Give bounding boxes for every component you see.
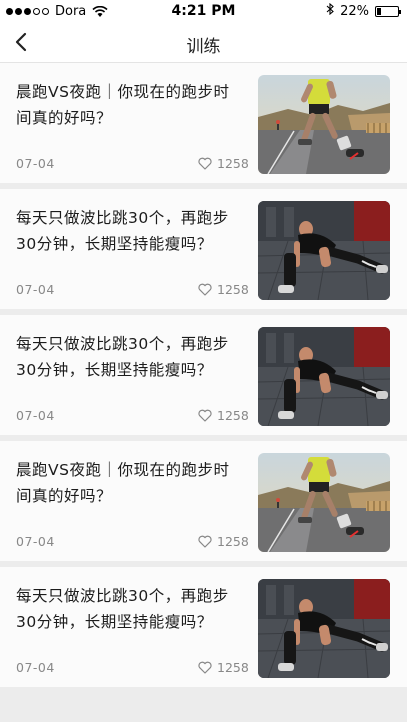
stretching-athlete-photo[interactable] xyxy=(258,579,390,678)
road-runner-photo[interactable] xyxy=(258,75,390,174)
stretching-athlete-photo[interactable] xyxy=(258,201,390,300)
like-button[interactable]: 1258 xyxy=(198,282,249,297)
article-card[interactable]: 晨跑VS夜跑｜你现在的跑步时间真的好吗？ 07-04 1258 xyxy=(0,441,407,561)
article-date: 07-04 xyxy=(16,534,55,549)
road-runner-photo[interactable] xyxy=(258,453,390,552)
like-count: 1258 xyxy=(217,156,249,171)
like-count: 1258 xyxy=(217,282,249,297)
like-count: 1258 xyxy=(217,660,249,675)
article-date: 07-04 xyxy=(16,282,55,297)
article-title[interactable]: 每天只做波比跳30个，再跑步30分钟，长期坚持能瘦吗？ xyxy=(16,205,244,257)
nav-bar: 训练 xyxy=(0,22,407,63)
article-card[interactable]: 晨跑VS夜跑｜你现在的跑步时间真的好吗？ 07-04 1258 xyxy=(0,63,407,183)
bluetooth-icon xyxy=(326,2,334,19)
heart-icon xyxy=(198,535,212,548)
article-title[interactable]: 晨跑VS夜跑｜你现在的跑步时间真的好吗？ xyxy=(16,457,244,509)
status-bar: Dora 4:21 PM 22% xyxy=(0,0,407,22)
heart-icon xyxy=(198,409,212,422)
like-count: 1258 xyxy=(217,408,249,423)
article-list: 晨跑VS夜跑｜你现在的跑步时间真的好吗？ 07-04 1258 每天只做波比跳30个… xyxy=(0,63,407,687)
stretching-athlete-photo[interactable] xyxy=(258,327,390,426)
like-button[interactable]: 1258 xyxy=(198,660,249,675)
article-date: 07-04 xyxy=(16,660,55,675)
battery-percent: 22% xyxy=(340,3,369,19)
heart-icon xyxy=(198,157,212,170)
article-title[interactable]: 每天只做波比跳30个，再跑步30分钟，长期坚持能瘦吗？ xyxy=(16,583,244,635)
status-right: 22% xyxy=(326,2,401,19)
article-title[interactable]: 晨跑VS夜跑｜你现在的跑步时间真的好吗？ xyxy=(16,79,244,131)
article-card[interactable]: 每天只做波比跳30个，再跑步30分钟，长期坚持能瘦吗？ 07-04 1258 xyxy=(0,189,407,309)
like-button[interactable]: 1258 xyxy=(198,408,249,423)
like-count: 1258 xyxy=(217,534,249,549)
article-title[interactable]: 每天只做波比跳30个，再跑步30分钟，长期坚持能瘦吗？ xyxy=(16,331,244,383)
page-title: 训练 xyxy=(186,37,221,57)
heart-icon xyxy=(198,283,212,296)
article-date: 07-04 xyxy=(16,156,55,171)
heart-icon xyxy=(198,661,212,674)
like-button[interactable]: 1258 xyxy=(198,534,249,549)
battery-icon xyxy=(375,5,401,17)
article-date: 07-04 xyxy=(16,408,55,423)
like-button[interactable]: 1258 xyxy=(198,156,249,171)
article-card[interactable]: 每天只做波比跳30个，再跑步30分钟，长期坚持能瘦吗？ 07-04 1258 xyxy=(0,567,407,687)
article-card[interactable]: 每天只做波比跳30个，再跑步30分钟，长期坚持能瘦吗？ 07-04 1258 xyxy=(0,315,407,435)
